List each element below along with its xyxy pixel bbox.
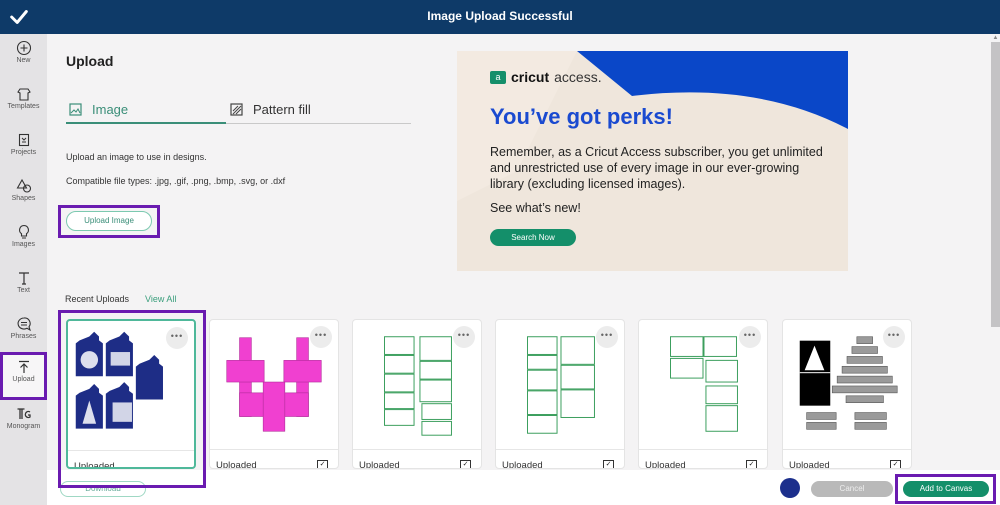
avatar[interactable] bbox=[780, 478, 800, 498]
promo-headline: You’ve got perks! bbox=[490, 104, 673, 129]
more-options-button[interactable]: ••• bbox=[883, 326, 905, 348]
lightbulb-icon bbox=[18, 224, 29, 239]
upload-image-button[interactable]: Upload Image bbox=[66, 211, 152, 231]
notification-bar: Image Upload Successful bbox=[0, 0, 1000, 34]
scrollbar[interactable] bbox=[991, 42, 1000, 327]
tile-caption: Uploaded bbox=[216, 460, 257, 469]
tile-caption: Uploaded bbox=[645, 460, 686, 469]
tab-image[interactable]: Image bbox=[66, 96, 226, 124]
promo-cta-text: See what’s new! bbox=[490, 201, 581, 215]
pattern-icon bbox=[230, 103, 243, 116]
select-checkbox[interactable]: ✓ bbox=[746, 460, 757, 468]
brand-bold: cricut bbox=[511, 69, 550, 85]
more-options-button[interactable]: ••• bbox=[453, 326, 475, 348]
sidebar-item-upload[interactable]: Upload bbox=[0, 352, 47, 400]
sidebar-item-label: Upload bbox=[12, 376, 35, 383]
sidebar-item-label: Templates bbox=[7, 103, 40, 110]
view-all-link[interactable]: View All bbox=[145, 294, 176, 304]
shapes-icon bbox=[16, 178, 31, 193]
promo-body: Remember, as a Cricut Access subscriber,… bbox=[490, 145, 823, 191]
cricut-access-promo: a cricut access. You’ve got perks! Rememb… bbox=[457, 51, 848, 271]
add-to-canvas-button[interactable]: Add to Canvas bbox=[903, 481, 989, 497]
more-options-button[interactable]: ••• bbox=[166, 327, 188, 349]
select-checkbox[interactable]: ✓ bbox=[603, 460, 614, 468]
tab-label: Pattern fill bbox=[253, 102, 311, 117]
cricut-access-logo: a cricut access. bbox=[490, 69, 602, 85]
upload-tile[interactable]: ••• Uploaded ✓ bbox=[352, 319, 482, 469]
speech-bubble-icon bbox=[17, 317, 31, 332]
sidebar-item-phrases[interactable]: Phrases bbox=[0, 312, 47, 356]
upload-tile[interactable]: ••• Uploaded ✓ bbox=[638, 319, 768, 469]
sidebar-item-label: Phrases bbox=[10, 333, 37, 340]
tab-label: Image bbox=[92, 101, 129, 117]
upload-description: Upload an image to use in designs. bbox=[66, 152, 207, 162]
sidebar-item-label: Projects bbox=[10, 149, 37, 156]
tile-caption: Uploaded bbox=[502, 460, 543, 469]
sidebar-item-label: Images bbox=[12, 241, 35, 248]
shirt-icon bbox=[16, 88, 31, 101]
search-now-button[interactable]: Search Now bbox=[490, 229, 576, 246]
monogram-icon bbox=[17, 408, 31, 419]
brand-light: access. bbox=[554, 69, 602, 85]
upload-tile[interactable]: ••• Uploaded bbox=[66, 319, 196, 469]
select-checkbox[interactable]: ✓ bbox=[317, 460, 328, 468]
sidebar-item-label: New bbox=[16, 57, 31, 64]
more-options-button[interactable]: ••• bbox=[310, 326, 332, 348]
sidebar-item-images[interactable]: Images bbox=[0, 220, 47, 264]
recent-uploads-label: Recent Uploads bbox=[65, 294, 130, 304]
more-options-button[interactable]: ••• bbox=[739, 326, 761, 348]
tile-caption: Uploaded bbox=[789, 460, 830, 469]
file-types-text: Compatible file types: .jpg, .gif, .png,… bbox=[66, 176, 286, 186]
sidebar: New Templates Projects Shapes Images Tex… bbox=[0, 34, 47, 505]
cricut-logo-icon: a bbox=[490, 70, 506, 84]
more-options-button[interactable]: ••• bbox=[596, 326, 618, 348]
image-icon bbox=[69, 102, 82, 116]
notification-title: Image Upload Successful bbox=[427, 9, 573, 23]
cancel-button[interactable]: Cancel bbox=[811, 481, 893, 497]
text-icon bbox=[18, 272, 29, 285]
upload-tile[interactable]: ••• Uploaded ✓ bbox=[209, 319, 339, 469]
tile-caption: Uploaded bbox=[74, 461, 115, 469]
tab-pattern-fill[interactable]: Pattern fill bbox=[226, 96, 411, 124]
select-checkbox[interactable]: ✓ bbox=[460, 460, 471, 468]
clipboard-icon bbox=[18, 133, 29, 147]
sidebar-item-shapes[interactable]: Shapes bbox=[0, 174, 47, 218]
scroll-up-arrow[interactable]: ▲ bbox=[991, 35, 1000, 42]
tile-caption: Uploaded bbox=[359, 460, 400, 469]
select-checkbox[interactable]: ✓ bbox=[890, 460, 901, 468]
sidebar-item-projects[interactable]: Projects bbox=[0, 128, 47, 172]
upload-tile[interactable]: ••• Uploaded ✓ bbox=[782, 319, 912, 469]
sidebar-item-text[interactable]: Text bbox=[0, 266, 47, 310]
upload-icon bbox=[18, 360, 29, 373]
plus-circle-icon bbox=[16, 40, 31, 56]
sidebar-item-new[interactable]: New bbox=[0, 36, 47, 80]
sidebar-item-label: Shapes bbox=[11, 195, 36, 202]
download-button[interactable]: Download bbox=[60, 481, 146, 497]
sidebar-item-monogram[interactable]: Monogram bbox=[0, 402, 47, 446]
sidebar-item-label: Text bbox=[17, 287, 30, 294]
panel-title: Upload bbox=[66, 53, 114, 69]
sidebar-item-label: Monogram bbox=[6, 423, 41, 430]
sidebar-item-templates[interactable]: Templates bbox=[0, 82, 47, 126]
upload-tile[interactable]: ••• Uploaded ✓ bbox=[495, 319, 625, 469]
